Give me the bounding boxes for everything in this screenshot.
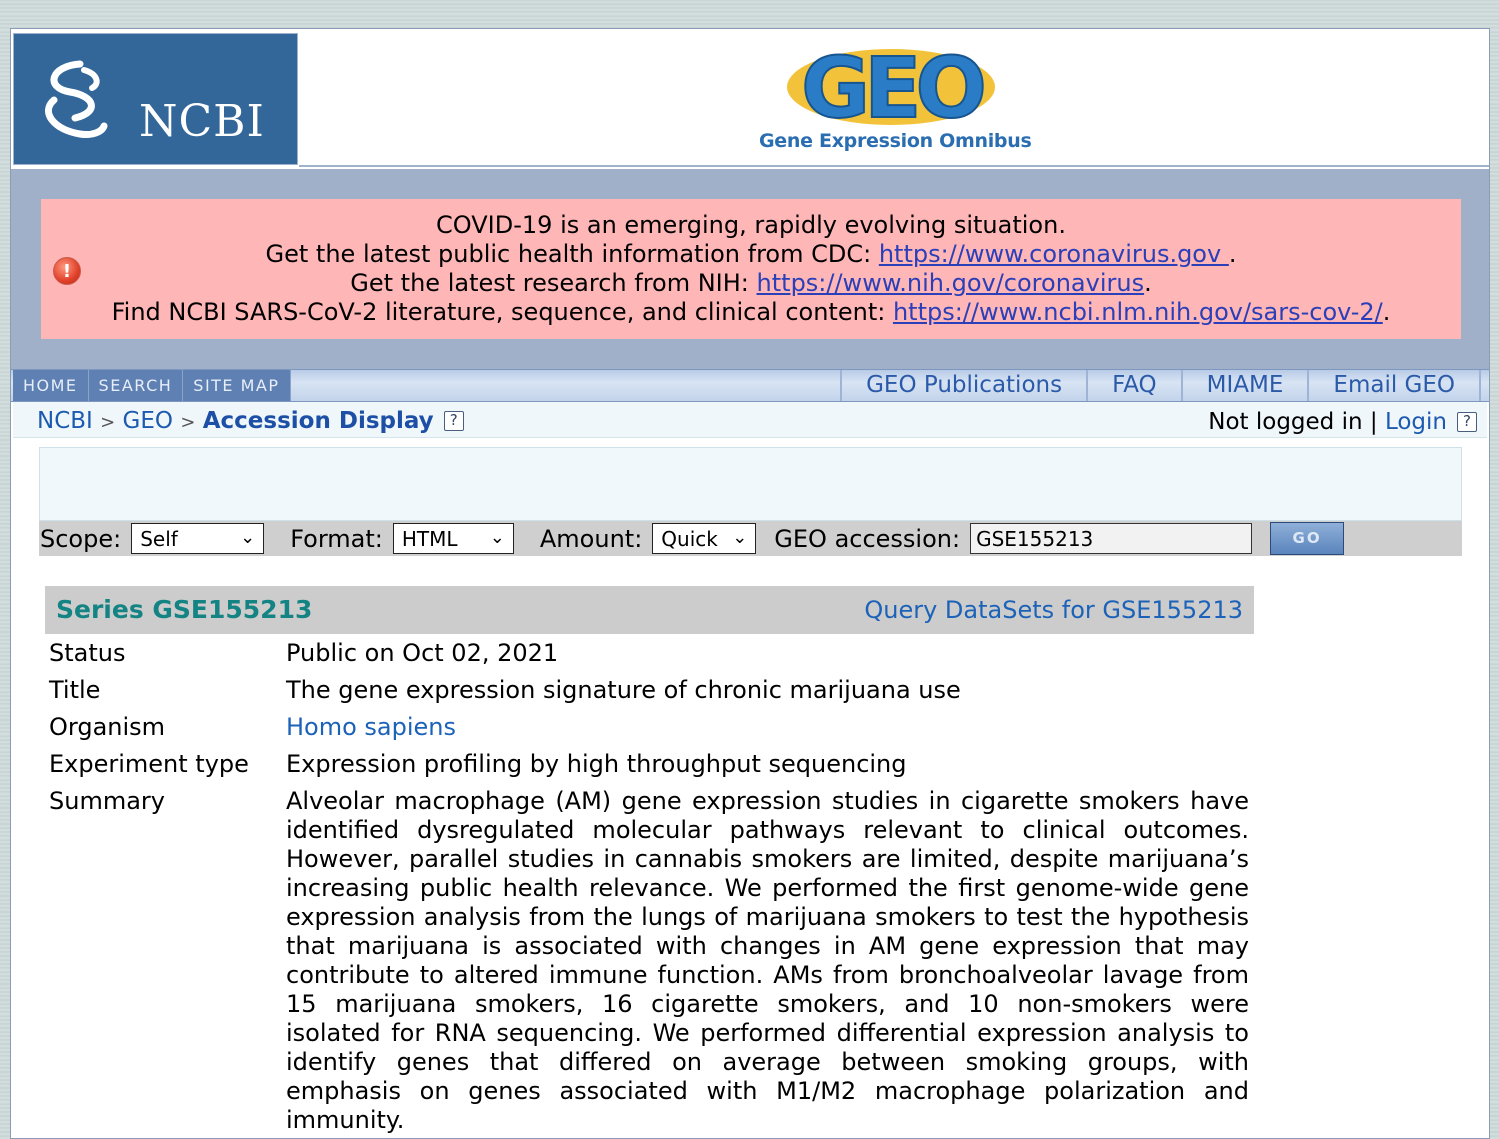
page-title: Accession Display [202,408,434,434]
field-label: Title [49,676,101,704]
help-icon[interactable]: ? [1457,412,1477,432]
summary-text: Alveolar macrophage (AM) gene expression… [286,787,1249,1134]
nav-miame[interactable]: MIAME [1180,370,1308,401]
crumb-geo[interactable]: GEO [123,408,173,434]
header-rule [299,165,1489,167]
nav-site-map[interactable]: SITE MAP [183,370,291,401]
login-status: Not logged in [1208,409,1363,435]
nav-bar: HOME SEARCH SITE MAP GEO Publications FA… [11,369,1489,402]
period: . [1382,298,1391,326]
nav-email-geo[interactable]: Email GEO [1307,370,1481,401]
nav-right: GEO Publications FAQ MIAME Email GEO [840,370,1481,401]
chevron-down-icon: ⌄ [489,527,505,548]
cdc-link[interactable]: https://www.coronavirus.gov [879,240,1229,268]
detail-row-organism: Organism Homo sapiens [49,713,1249,742]
period: . [1228,240,1237,268]
field-value: Public on Oct 02, 2021 [286,639,559,667]
crumb-ncbi[interactable]: NCBI [37,408,93,434]
query-datasets-link[interactable]: Query DataSets for GSE155213 [864,596,1243,624]
series-header: Series GSE155213 Query DataSets for GSE1… [45,586,1254,634]
site-header: NCBI GEO Gene Expression Omnibus [11,29,1489,169]
scope-label: Scope: [40,524,122,553]
nih-link[interactable]: https://www.nih.gov/coronavirus [757,269,1145,297]
covid-line-3-text: Get the latest research from NIH: [350,269,757,297]
field-value: Expression profiling by high throughput … [286,750,907,778]
covid-line-4-text: Find NCBI SARS-CoV-2 literature, sequenc… [111,298,893,326]
field-label: Organism [49,713,166,741]
crumb-sep: > [100,412,116,433]
login-area: Not logged in | Login? [1208,409,1477,435]
breadcrumb-path: NCBI > GEO > Accession Display? [37,408,464,434]
help-icon[interactable]: ? [443,411,464,431]
format-value: HTML [401,527,458,551]
alert-icon: ! [53,257,81,285]
scope-value: Self [140,527,178,551]
ncbi-sars-link[interactable]: https://www.ncbi.nlm.nih.gov/sars-cov-2/ [893,298,1383,326]
amount-label: Amount: [539,524,643,553]
crumb-sep: > [180,412,196,433]
helix-icon [45,60,108,138]
nav-home[interactable]: HOME [13,370,89,401]
detail-row-status: Status Public on Oct 02, 2021 [49,639,1249,668]
covid-line-2: Get the latest public health information… [41,240,1461,269]
series-details: Status Public on Oct 02, 2021 Title The … [49,639,1249,1139]
field-label: Experiment type [49,750,249,778]
amount-select[interactable]: Quick ⌄ [652,523,757,554]
field-value-wrap: Homo sapiens [286,713,1249,742]
nav-search[interactable]: SEARCH [89,370,184,401]
detail-row-summary: Summary Alveolar macrophage (AM) gene ex… [49,787,1249,1135]
nav-geo-publications[interactable]: GEO Publications [840,370,1086,401]
nav-faq[interactable]: FAQ [1086,370,1181,401]
covid-line-1: COVID-19 is an emerging, rapidly evolvin… [436,211,1066,239]
message-box [39,447,1462,521]
format-select[interactable]: HTML ⌄ [392,523,514,554]
login-link[interactable]: Login [1385,409,1447,435]
banner-band: ! COVID-19 is an emerging, rapidly evolv… [11,169,1489,369]
series-title: Series GSE155213 [56,595,313,624]
geo-subtitle: Gene Expression Omnibus [759,130,1032,152]
organism-link[interactable]: Homo sapiens [286,713,456,741]
accession-form: Scope: Self ⌄ Format: HTML ⌄ Amount: Quick… [39,521,1462,556]
covid-line-4: Find NCBI SARS-CoV-2 literature, sequenc… [41,298,1461,327]
format-label: Format: [290,524,383,553]
chevron-down-icon: ⌄ [732,527,748,548]
breadcrumb: NCBI > GEO > Accession Display? Not logg… [13,402,1487,438]
scope-select[interactable]: Self ⌄ [131,523,265,554]
go-button[interactable]: GO [1270,522,1345,555]
field-label: Status [49,639,126,667]
page-frame: NCBI GEO Gene Expression Omnibus ! COVID… [10,28,1490,1139]
period: . [1144,269,1152,297]
chevron-down-icon: ⌄ [240,527,256,548]
nav-left: HOME SEARCH SITE MAP [13,370,291,401]
detail-row-title: Title The gene expression signature of c… [49,676,1249,705]
accession-input[interactable]: GSE155213 [970,523,1253,554]
ncbi-wordmark: NCBI [139,96,265,147]
field-value: The gene expression signature of chronic… [286,676,961,704]
divider: | [1369,409,1378,435]
detail-row-experiment-type: Experiment type Expression profiling by … [49,750,1249,779]
covid-banner: ! COVID-19 is an emerging, rapidly evolv… [41,199,1461,339]
field-label: Summary [49,787,165,815]
geo-logo-graphic: GEO [787,38,995,138]
ncbi-logo[interactable]: NCBI [13,33,298,165]
covid-line-2-text: Get the latest public health information… [265,240,879,268]
accession-label: GEO accession: [774,524,961,553]
amount-value: Quick [661,527,718,551]
geo-logo-text: GEO [801,39,983,131]
covid-line-3: Get the latest research from NIH: https:… [41,269,1461,298]
